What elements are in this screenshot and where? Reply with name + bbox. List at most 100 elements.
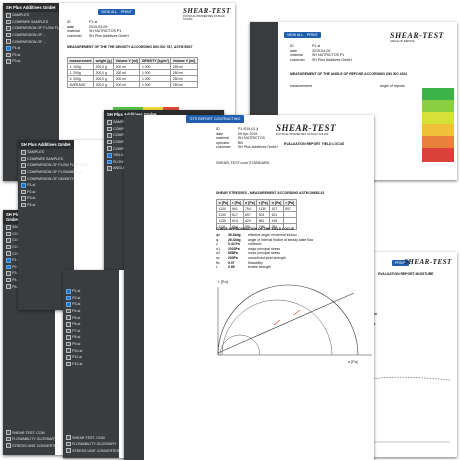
checkbox[interactable]	[107, 146, 112, 151]
footer-link-1[interactable]: FLOWABILITY GLOSSARY	[3, 436, 62, 443]
sidebar-item-label: P2-sl	[12, 52, 21, 57]
sidebar-item-1[interactable]: COMPARE SAMPLES	[3, 19, 59, 26]
checkbox[interactable]	[6, 238, 11, 243]
sidebar-item-label: COMPARISON OF FLOW FUNCTION	[12, 26, 74, 31]
checkbox[interactable]	[6, 251, 11, 256]
sidebar-item-5[interactable]: P1-sl	[3, 45, 59, 52]
yield-locus-plot: τ [Pa] σ [Pa]	[217, 279, 372, 364]
sidebar-item-2[interactable]: COMPARISON OF FLOW FUNCTION	[18, 162, 88, 169]
sidebar-item-0[interactable]: SAMPLES	[18, 149, 74, 156]
sidebar-item-label: COMPARISON OF ...	[12, 33, 47, 38]
checkbox[interactable]	[6, 39, 11, 44]
checkbox[interactable]	[107, 120, 112, 125]
checkbox[interactable]	[6, 257, 11, 263]
footer-link-2[interactable]: STRESS UNIT CONVERTER	[3, 442, 62, 449]
sidebar-item-label: FLOWABILITY GLOSSARY	[12, 437, 57, 442]
screenshot-yield-locus-report: STS REPORT CONTRACTING SHEAR-TEST PHYSIC…	[124, 115, 374, 460]
checkbox[interactable]	[6, 13, 11, 18]
sample-info: ID P1-sl date 2019-04-09 material SH NUTRIC…	[67, 20, 129, 38]
checkbox[interactable]	[6, 271, 11, 276]
sidebar-title: SH Plus Additives GmbH	[18, 140, 74, 149]
checkbox[interactable]	[6, 52, 11, 58]
sidebar-item-2[interactable]: COMPARISON OF FLOW FUNCTION	[3, 25, 73, 32]
sidebar-item-label: COMPARISON OF ...	[12, 39, 47, 44]
table-row: AVERAGE 200,0 g 200 ml 1 000 250 ml	[66, 81, 198, 88]
checkbox[interactable]	[21, 202, 26, 208]
density-heading: MEASUREMENT OF THE THE DENSITY ACCORDING…	[67, 45, 193, 49]
checkbox[interactable]	[6, 45, 11, 51]
checkbox[interactable]	[21, 156, 26, 162]
repose-heading: MEASUREMENT OF THE ANGLE OF REPOSE ACCOR…	[290, 72, 408, 76]
checkbox[interactable]	[21, 150, 26, 155]
checkbox[interactable]	[107, 139, 112, 145]
checkbox[interactable]	[6, 264, 11, 270]
sidebar-item-4[interactable]: COMPARISON OF ...	[3, 38, 59, 45]
table-cell: 1 000	[139, 81, 172, 88]
table-cell: 200 ml	[113, 81, 141, 88]
sidebar-item-label: COMPARISON OF FLOW FUNCTION	[27, 163, 89, 168]
checkbox[interactable]	[6, 277, 11, 283]
sidebar-item-label: P1-sl	[27, 183, 36, 188]
checkbox[interactable]	[21, 196, 26, 201]
sidebar-item-4[interactable]: COMPARISON OF DENSITY	[18, 175, 74, 182]
checkbox[interactable]	[6, 59, 11, 64]
checkbox[interactable]	[107, 152, 112, 158]
checkbox[interactable]	[107, 159, 112, 165]
repose-col2: angle of repose	[380, 84, 405, 88]
checkbox[interactable]	[21, 169, 26, 175]
footer-link-0[interactable]: SHEAR TEST. COM	[3, 429, 62, 436]
checkbox[interactable]	[6, 231, 11, 237]
plot-xlabel: σ [Pa]	[348, 360, 358, 364]
sidebar-item-label: P3-sl	[27, 196, 36, 201]
checkbox[interactable]	[6, 19, 11, 25]
density-table: measurement weight [g] Volume V [ml] DENSIT…	[66, 57, 198, 88]
checkbox[interactable]	[6, 430, 11, 435]
checkbox[interactable]	[6, 443, 11, 448]
sidebar-item-label: SHEAR TEST. COM	[12, 430, 45, 435]
checkbox[interactable]	[6, 32, 11, 38]
plot-ylabel: τ [Pa]	[218, 279, 228, 284]
table-cell: AVERAGE	[66, 81, 95, 88]
sidebar-item-1[interactable]: COMPARE SAMPLES	[18, 156, 74, 163]
checkbox[interactable]	[6, 436, 11, 442]
sidebar-item-label: COMPARE SAMPLES	[27, 156, 63, 161]
sidebar-item-7[interactable]: P3-sl	[18, 195, 74, 202]
checkbox[interactable]	[107, 133, 112, 138]
checkbox[interactable]	[21, 182, 26, 188]
sidebar-item-5[interactable]: P1-sl	[18, 182, 74, 189]
sidebar-item-6[interactable]: P2-sl	[18, 189, 74, 196]
repose-col1: measurement	[290, 84, 312, 88]
checkbox[interactable]	[21, 176, 26, 181]
sidebar-item-label: STRESS UNIT CONVERTER	[12, 443, 60, 448]
print-button[interactable]: PRINT	[304, 32, 321, 38]
checkbox[interactable]	[6, 225, 11, 230]
sidebar-item-3[interactable]: COMPARISON OF FLOWABILITY	[18, 169, 82, 176]
sidebar-item-3[interactable]: COMPARISON OF ...	[3, 32, 59, 39]
sidebar-item-label: COMPARE SAMPLES	[12, 19, 48, 24]
sidebar-item-6[interactable]: P2-sl	[3, 52, 59, 59]
checkbox[interactable]	[21, 189, 26, 195]
sidebar-item-0[interactable]: SAMPLES	[3, 12, 59, 19]
shear-test-logo: SHEAR-TEST PHYSICAL PROPERTIES OF BULK S…	[183, 7, 231, 21]
sidebar-item-label: P1-sl	[12, 46, 21, 51]
sidebar-item-7[interactable]: P3-sl	[3, 58, 59, 65]
checkbox[interactable]	[6, 244, 11, 250]
checkbox[interactable]	[107, 166, 112, 171]
color-scale	[422, 88, 454, 162]
sidebar-title: SH Plus Additives GmbH	[3, 3, 59, 12]
table-cell: 250 ml	[170, 81, 198, 88]
sidebar-item-label: P2-sl	[27, 189, 36, 194]
sidebar-item-8[interactable]: P4-sl	[18, 202, 74, 209]
sidebar-item-label: P4-sl	[27, 203, 36, 208]
checkbox[interactable]	[6, 284, 11, 289]
sidebar-item-label: COMPARISON OF FLOWABILITY	[27, 170, 83, 175]
shear-test-logo: SHEAR-TEST ANGLE OF REPOSE	[390, 31, 444, 43]
sidebar-item-label: P3-sl	[12, 59, 21, 64]
sidebar-item-label: SAMPLES	[27, 150, 45, 155]
checkbox[interactable]	[21, 163, 26, 168]
print-button[interactable]: PRINT	[118, 9, 135, 15]
checkbox[interactable]	[107, 126, 112, 132]
sample-info: ID P1-sl date 2019-04-09 material SH NUTRIC…	[290, 44, 352, 62]
sidebar-item-label: SAMPLES	[12, 13, 30, 18]
checkbox[interactable]	[6, 26, 11, 31]
